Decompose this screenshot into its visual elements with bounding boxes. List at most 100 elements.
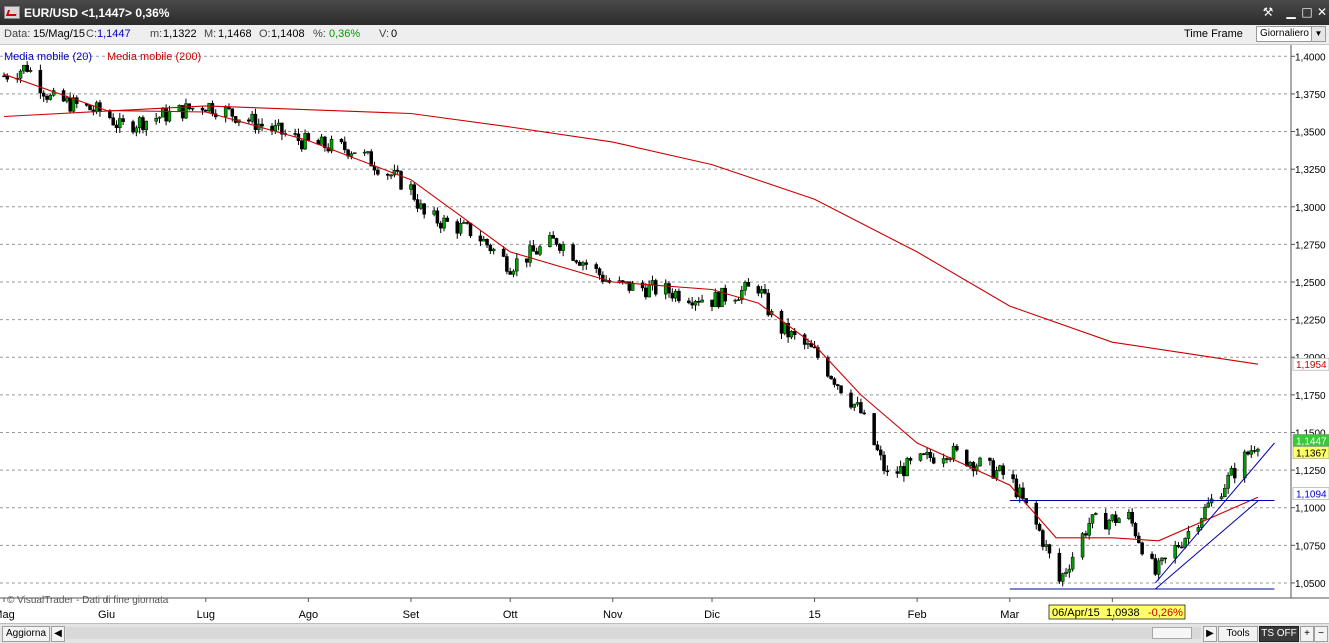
candle-body [435,210,440,224]
candle-body [667,283,671,294]
volume-value: 0 [391,28,398,40]
maximize-icon[interactable]: □ [1299,4,1315,20]
candle-body [293,133,297,135]
candle-body [1180,546,1184,549]
candle-body [233,116,238,123]
candle-body [852,403,857,408]
candle-body [663,283,668,295]
candle-body [1163,557,1168,560]
candle-body [554,238,559,245]
candle-body [488,244,493,252]
candle-body [571,244,575,261]
candle-body [763,289,767,294]
candle-body [108,111,112,118]
candle-body [1140,542,1144,555]
candle-body [144,120,149,131]
candle-body [759,289,764,294]
candle-body [895,471,900,474]
candle-body [922,453,926,455]
candle-body [723,287,727,302]
candle-body [5,75,10,80]
candle-body [247,119,251,122]
candle-body [1153,558,1158,575]
zoom-out-button[interactable]: − [1314,626,1328,642]
candle-body [114,124,119,129]
timeframe-select[interactable]: Giornaliero ▼ [1256,26,1326,42]
price-chart[interactable]: 1,4000 1,3750 1,3500 1,3250 1,3000 1,2750 1,25… [0,45,1329,623]
x-tick-label: Nov [603,609,623,621]
timeframe-label: Time Frame [1184,28,1243,40]
candle-body [1080,533,1085,558]
candle-body [872,413,876,446]
candle-body [1087,523,1091,536]
candle-body [339,138,344,143]
candle-body [551,235,555,239]
horizontal-scrollbar[interactable] [66,627,1201,639]
tooltip-price: 1,0938 [1106,607,1140,619]
candle-body [1037,524,1042,531]
candle-body [41,92,46,97]
y-tick-label: 1,3750 [1295,90,1326,101]
candle-body [349,153,354,157]
candle-body [849,392,853,408]
title-bar: EUR/USD <1,1447> 0,36% ⚒ ▁ □ ✕ [0,0,1329,25]
candle-body [1160,557,1164,562]
candle-body [713,292,718,307]
candle-body [988,457,992,461]
candle-body [783,322,787,334]
scroll-left-icon[interactable]: ◀ [51,626,65,642]
y-tick-label: 1,4000 [1295,52,1326,63]
candle-body [955,445,959,451]
scroll-right-icon[interactable]: ▶ [1203,626,1217,642]
close-icon[interactable]: ✕ [1314,4,1329,20]
ts-off-button[interactable]: TS OFF [1259,626,1299,642]
candle-body [465,222,469,224]
candle-body [501,248,506,257]
legend-ma200: Media mobile (200) [107,51,201,63]
tools-wrench-icon[interactable]: ⚒ [1260,4,1276,20]
candle-body [998,465,1002,471]
candle-body [829,376,833,380]
candle-body [399,171,403,190]
candle-body [45,95,49,100]
minimize-icon[interactable]: ▁ [1283,4,1299,20]
candle-body [1110,514,1115,521]
y-tick-label: 1,0500 [1295,579,1326,590]
high-label: M: [204,28,217,40]
x-tick-label: Ago [299,609,319,621]
candle-body [736,299,741,301]
candle-body [1226,475,1230,489]
candle-body [1047,544,1052,554]
zoom-in-button[interactable]: + [1300,626,1314,642]
candle-body [693,301,698,306]
candle-body [184,103,188,119]
candle-body [1133,523,1138,537]
candle-body [167,110,172,122]
candle-body [528,245,532,263]
candle-body [650,280,655,286]
candle-body [134,127,139,133]
candle-body [1246,451,1250,455]
low-value: 1,1322 [163,28,197,40]
candle-body [1067,568,1072,573]
refresh-button[interactable]: Aggiorna [2,626,50,642]
candle-body [18,70,23,79]
scrollbar-thumb[interactable] [1152,627,1192,639]
candle-body [1223,487,1227,497]
candle-body [422,203,426,215]
tools-button[interactable]: Tools [1218,626,1258,642]
candle-body [908,458,913,461]
volume-label: V: [379,28,389,40]
candle-body [1150,553,1154,559]
candle-body [991,460,995,479]
candle-body [905,458,909,477]
data-label: Data: [4,28,31,40]
candle-body [306,133,311,141]
candle-body [445,217,450,222]
candle-body [1173,544,1177,559]
candle-body [839,385,843,394]
candle-body [253,113,258,130]
chevron-down-icon[interactable]: ▼ [1311,27,1325,41]
candle-body [141,117,145,131]
x-tick-label: Mag [0,609,15,621]
